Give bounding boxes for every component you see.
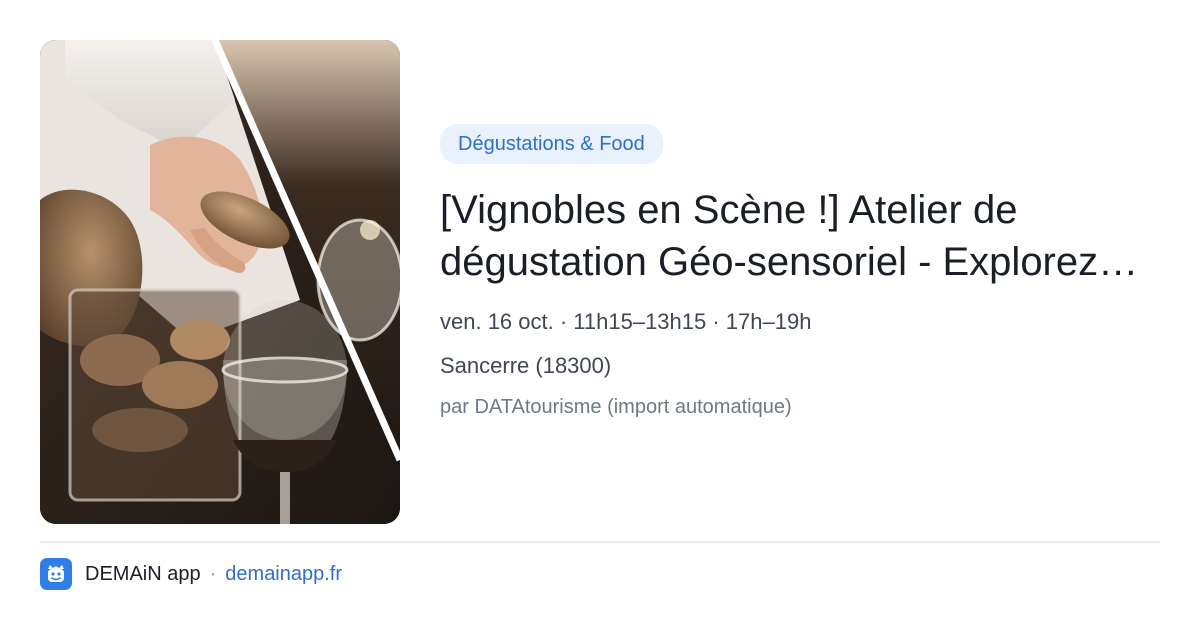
app-domain-link[interactable]: demainapp.fr [225, 563, 342, 586]
footer-divider [40, 541, 1160, 543]
app-logo-icon[interactable] [40, 558, 72, 590]
event-source: par DATAtourisme (import automatique) [440, 396, 792, 418]
event-location: Sancerre (18300) [440, 353, 612, 378]
event-schedule: ven. 16 oct. · 11h15–13h15 · 17h–19h [440, 309, 812, 334]
app-name: DEMAiN app [85, 562, 201, 585]
category-badge[interactable]: Dégustations & Food [440, 124, 663, 164]
footer-separator: · [209, 562, 217, 585]
event-title[interactable]: [Vignobles en Scène !] Atelier de dégust… [440, 184, 1155, 288]
event-photo [40, 40, 400, 524]
event-details: Dégustations & Food [Vignobles en Scène … [440, 124, 1160, 420]
event-share-card: Dégustations & Food [Vignobles en Scène … [0, 0, 1200, 630]
footer: DEMAiN app · demainapp.fr [40, 558, 342, 590]
